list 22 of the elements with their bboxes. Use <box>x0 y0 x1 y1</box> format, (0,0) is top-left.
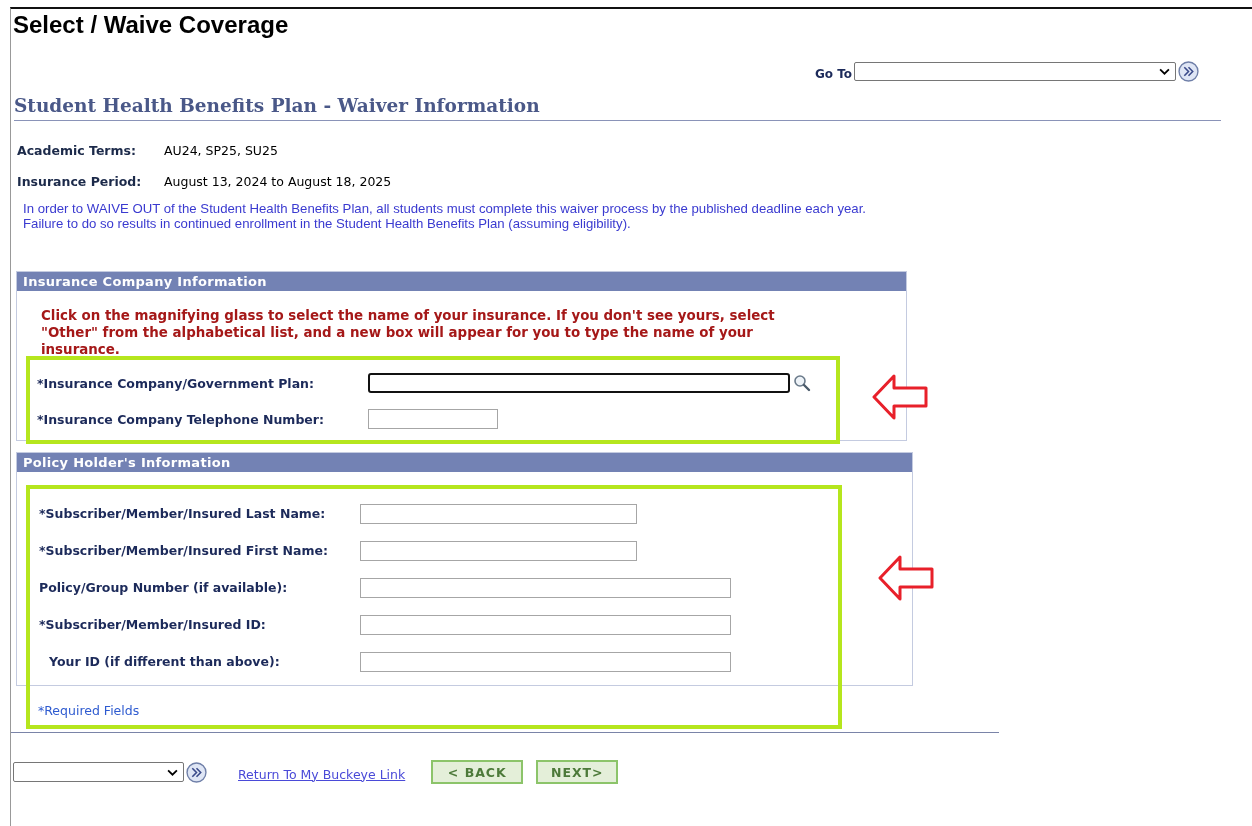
instruction-text: Click on the magnifying glass to select the name of your insurance. If you don't see yours, select "Other" from the alphabetical list, and a new box will appear for you to type the name of your insurance. <box>41 307 776 358</box>
section-header: Policy Holder's Information <box>17 453 912 472</box>
back-button[interactable]: < BACK <box>431 760 524 784</box>
section-heading: Student Health Benefits Plan - Waiver Information <box>14 95 1221 121</box>
required-note: *Required Fields <box>38 703 141 719</box>
info-value: August 13, 2024 to August 18, 2025 <box>164 174 393 189</box>
field-label: *Insurance Company/Government Plan: <box>37 375 315 391</box>
field-label: *Insurance Company Telephone Number: <box>37 411 325 427</box>
field-label: *Subscriber/Member/Insured ID: <box>39 617 267 632</box>
section-header: Insurance Company Information <box>17 272 906 291</box>
field-label: *Subscriber/Member/Insured First Name: <box>39 543 329 558</box>
return-link[interactable]: Return To My Buckeye Link <box>238 766 406 782</box>
info-value: AU24, SP25, SU25 <box>164 143 279 158</box>
info-label: Academic Terms: <box>17 143 137 158</box>
field-label: Policy/Group Number (if available): <box>39 580 289 595</box>
field-label: *Subscriber/Member/Insured Last Name: <box>39 506 327 521</box>
notice-text: In order to WAIVE OUT of the Student Health Benefits Plan, all students must complete this waiver process by the published deadline each year. Failure to do so results in continued enrollment in the Student Health Benefits Plan (assuming eligibility). <box>23 201 867 231</box>
page-title: Select / Waive Coverage <box>12 10 290 39</box>
info-label: Insurance Period: <box>17 174 143 189</box>
field-label: Your ID (if different than above): <box>48 654 281 669</box>
next-button[interactable]: NEXT> <box>536 760 619 784</box>
goto-label: Go To <box>815 67 853 81</box>
